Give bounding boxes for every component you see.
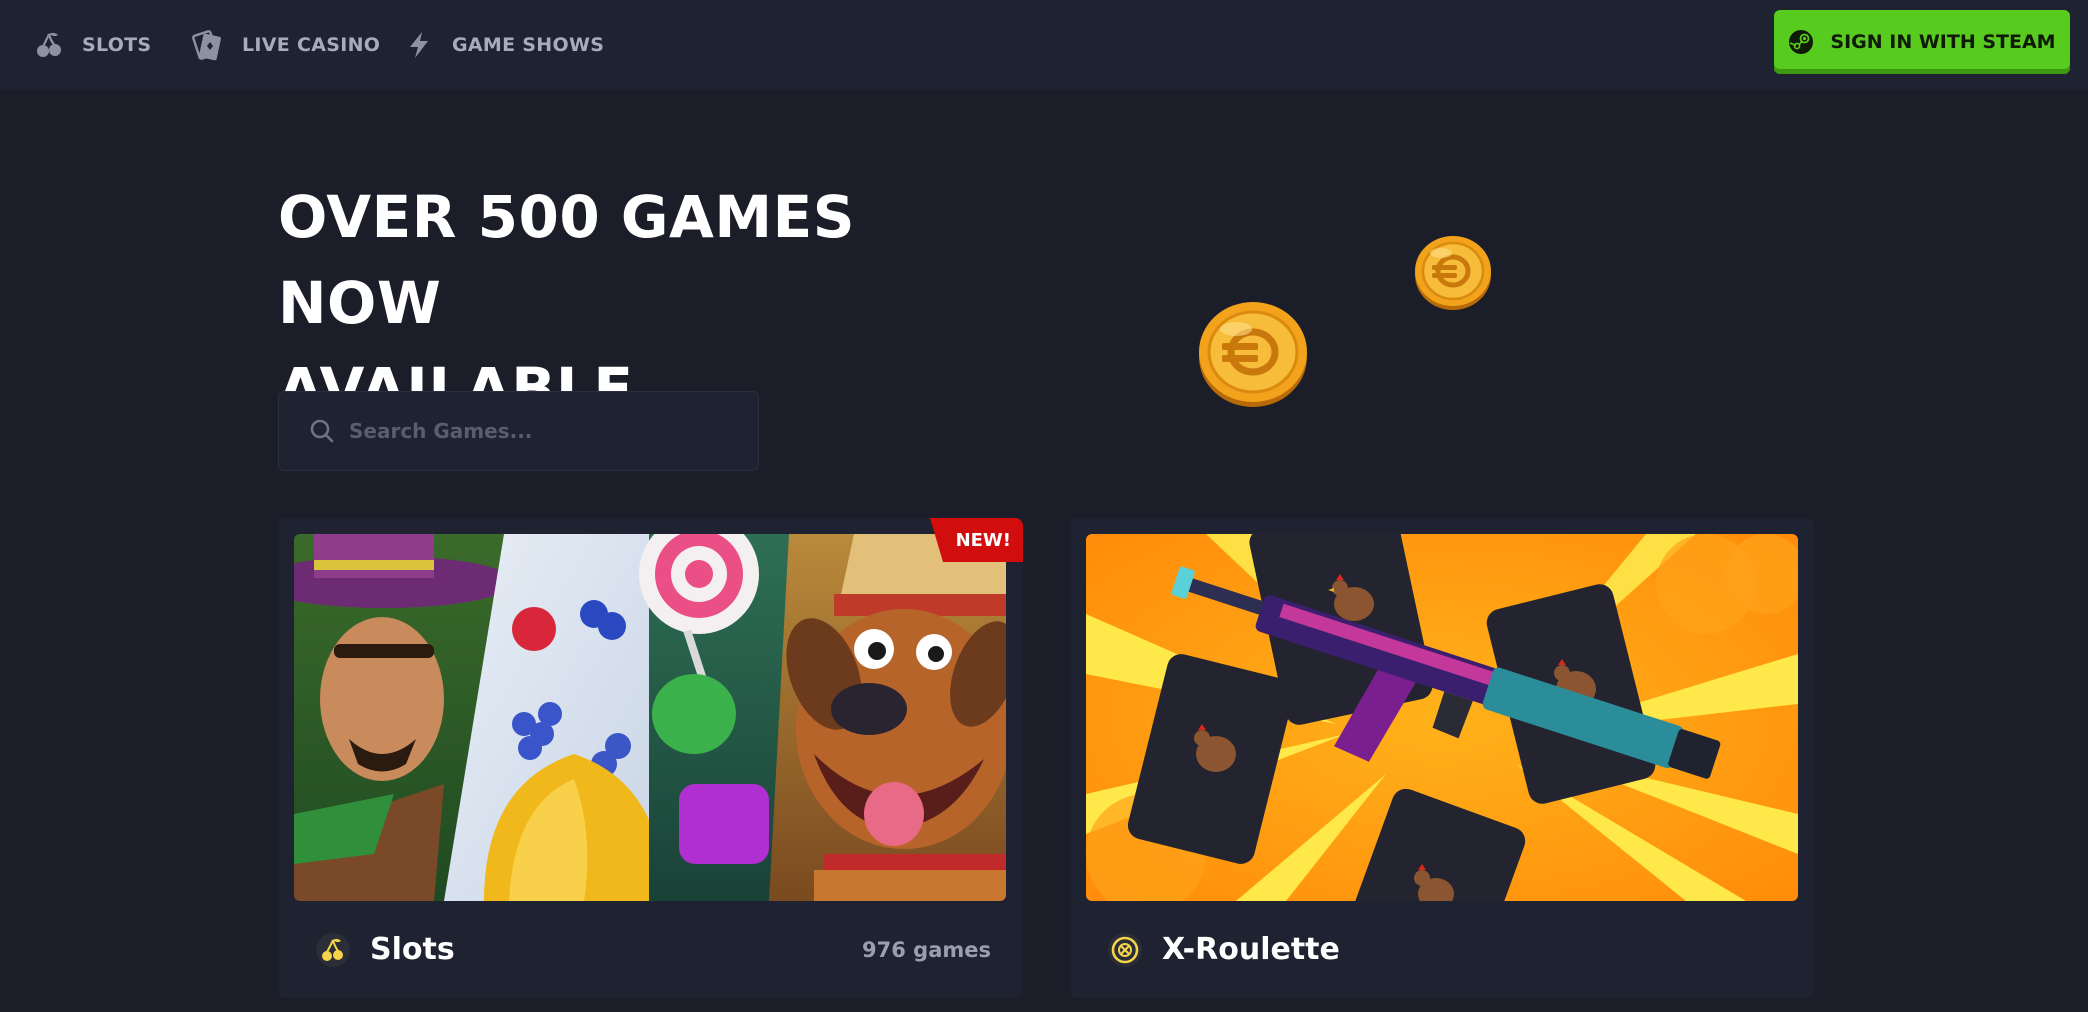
search-bar	[278, 391, 759, 471]
search-icon	[309, 418, 335, 444]
card-footer: Slots 976 games	[278, 901, 1023, 998]
gold-coin-image	[1413, 233, 1493, 315]
top-navigation: SLOTS LIVE CASINO GAME SHOWS SIGN IN WIT…	[0, 0, 2088, 90]
game-count: 976 games	[862, 937, 991, 962]
nav-item-label: LIVE CASINO	[242, 34, 381, 56]
search-input[interactable]	[349, 419, 749, 443]
card-footer: X-Roulette	[1070, 901, 1814, 998]
cards-icon	[190, 28, 224, 62]
game-card-x-roulette[interactable]: X-Roulette	[1070, 518, 1814, 998]
lightning-icon	[404, 30, 434, 60]
steam-icon	[1788, 29, 1814, 55]
slots-card-artwork	[294, 534, 1006, 901]
nav-item-label: SLOTS	[82, 34, 152, 56]
x-roulette-card-artwork	[1086, 534, 1798, 901]
nav-item-label: GAME SHOWS	[452, 34, 605, 56]
card-title: X-Roulette	[1162, 932, 1340, 967]
nav-item-slots[interactable]: SLOTS	[34, 0, 151, 90]
gold-coin-image	[1196, 299, 1310, 413]
nav-item-game-shows[interactable]: GAME SHOWS	[404, 0, 604, 90]
page-title-line-1: OVER 500 GAMES NOW	[278, 183, 855, 337]
steam-button-label: SIGN IN WITH STEAM	[1830, 31, 2056, 53]
sign-in-with-steam-button[interactable]: SIGN IN WITH STEAM	[1774, 10, 2070, 74]
nav-item-live-casino[interactable]: LIVE CASINO	[190, 0, 380, 90]
new-badge: NEW!	[930, 518, 1023, 562]
roulette-icon	[1108, 932, 1142, 967]
game-card-slots[interactable]: NEW! Slots 976 games	[278, 518, 1023, 998]
cherries-icon	[316, 932, 350, 967]
cherries-icon	[34, 30, 64, 60]
card-title: Slots	[370, 932, 455, 967]
